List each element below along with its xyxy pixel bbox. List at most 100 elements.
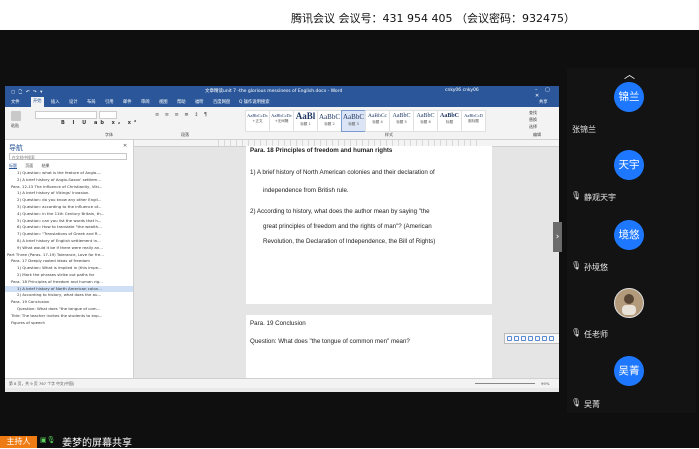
share-button[interactable]: 共享 [539,99,548,105]
style-heading-4[interactable]: AaBbCc 标题 4 [365,110,390,132]
nav-item[interactable]: Question: What does "the tongue of com..… [5,306,133,313]
style-heading-2[interactable]: AaBbC 标题 2 [317,110,342,132]
nav-item[interactable]: 2) Question: do you know any other Engli… [5,197,133,204]
nav-item[interactable]: Para. 12-15 The influence of Christianit… [5,184,133,191]
nav-item[interactable]: 9) What would it be if there were really… [5,245,133,252]
document-page[interactable]: Para. 19 Conclusion Question: What does … [246,315,492,378]
close-icon[interactable]: ✕ [123,143,127,149]
meeting-info: 腾讯会议 会议号：431 954 405 （会议密码：932475） [291,12,575,25]
style-subtitle[interactable]: AaBbCcD 副标题 [461,110,486,132]
ribbon-home: 粘贴 B I U ab x₂ x² 字体 ≡ ≡ ≡ ≣ ↕ ¶ 段落 AaBb… [5,107,559,140]
nav-item[interactable]: 4) Question: in the 11th Century Britain… [5,211,133,218]
host-badge: 主持人 [0,436,37,448]
word-titlebar: ▢ 🗋 ↶ ↷ ▾ 文章精读unit 7 -the glorious messi… [5,86,559,99]
word-user[interactable]: cnky06 cnky06 [445,88,479,93]
nav-item[interactable]: Para. 17 Deeply rooted ideas of freedom [5,258,133,265]
para-heading: Para. 19 Conclusion [250,320,306,327]
nav-item[interactable]: 6) Question: How to translate "the wealt… [5,224,133,231]
status-text: 第 8 页，共 9 页 767 个字 中文(中国) [9,381,75,386]
shared-screen: ▢ 🗋 ↶ ↷ ▾ 文章精读unit 7 -the glorious messi… [5,86,559,392]
nav-item[interactable]: Title: The teacher invites the students … [5,313,133,320]
floating-toolbar[interactable] [504,333,559,344]
nav-item[interactable]: 5) Question: can you list the words that… [5,218,133,225]
font-group-label: 字体 [105,132,113,137]
style-normal[interactable]: AaBbCcDc +正文 [245,110,270,132]
tab-help[interactable]: 帮助 [177,99,186,105]
participant-name: 张锦兰 [572,125,596,134]
paragraph-icons[interactable]: ≡ ≡ ≡ ≣ ↕ ¶ [155,112,209,118]
zoom-level[interactable]: 99% [541,381,549,386]
participant-avatar[interactable]: 天宇 [614,150,644,180]
participant-avatar[interactable]: 锦兰 [614,82,644,112]
list-item-2-line-1: 2) According to history, what does the a… [250,208,430,215]
nav-item[interactable]: 3) Question: according to the influence … [5,204,133,211]
style-no-spacing[interactable]: AaBbCcDc +无间隔 [269,110,294,132]
nav-item[interactable]: 8) A brief history of English settlement… [5,238,133,245]
nav-item[interactable]: 1) Question: What is implied in (this im… [5,265,133,272]
toolbar-icon[interactable] [514,335,519,341]
tab-design[interactable]: 设计 [69,99,78,105]
tab-references[interactable]: 引用 [105,99,114,105]
list-item-2-line-3: Revolution, the Declaration of Independe… [263,238,436,245]
font-size-select[interactable] [99,111,117,119]
tab-insert[interactable]: 插入 [51,99,60,105]
toolbar-icon[interactable] [542,335,547,341]
participant-avatar[interactable]: 吴菁 [614,356,644,386]
paste-icon[interactable] [11,111,21,121]
replace-button[interactable]: 替换 [529,117,537,123]
word-title: 文章精读unit 7 -the glorious messiness of En… [205,89,343,94]
style-title[interactable]: AaBbC 标题 [437,110,462,132]
zoom-slider[interactable] [475,383,535,384]
nav-item[interactable]: 7) Question: "Translations of Greek and … [5,231,133,238]
nav-tab-headings[interactable]: 标题 [9,163,17,169]
document-page[interactable]: Para. 18 Principles of freedom and human… [246,146,492,304]
nav-item[interactable]: 2) A brief history of Anglo-Saxon' settl… [5,177,133,184]
toolbar-icon[interactable] [528,335,533,341]
mic-muted-icon: 🎙 [571,398,582,407]
tab-home[interactable]: 开始 [31,97,44,107]
tab-mailings[interactable]: 邮件 [123,99,132,105]
style-heading-1[interactable]: AaBl 标题 1 [293,110,318,132]
chevron-up-icon[interactable]: ︿ [624,66,635,82]
toolbar-icon[interactable] [535,335,540,341]
tab-review[interactable]: 审阅 [141,99,150,105]
meeting-header: 腾讯会议 会议号：431 954 405 （会议密码：932475） [0,0,699,30]
nav-search-input[interactable]: 在文档中搜索 [9,153,127,160]
tab-baidu-netdisk[interactable]: 百度网盘 [213,99,230,105]
nav-tab-results[interactable]: 结果 [42,163,50,168]
nav-item[interactable]: Para. 18 Principles of freedom and human… [5,279,133,286]
para-heading: Para. 18 Principles of freedom and human… [250,147,393,154]
list-item-1-line-1: 1) A brief history of North American col… [250,169,435,176]
nav-item-selected[interactable]: 1) A brief history of North American col… [5,285,133,293]
nav-item[interactable]: Figures of speech [5,320,133,327]
nav-item[interactable]: 2) According to history, what does the a… [5,292,133,299]
paragraph-group-label: 段落 [181,132,189,137]
tab-view[interactable]: 视图 [159,99,168,105]
quick-access-toolbar[interactable]: ▢ 🗋 ↶ ↷ ▾ [11,88,43,96]
find-button[interactable]: 查找 [529,110,537,116]
nav-item[interactable]: 1) Question: what is the feature of Angl… [5,170,133,177]
tab-tell-me[interactable]: Q 操作说明搜索 [239,99,270,105]
participant-name: 孙境悠 [584,263,608,272]
select-button[interactable]: 选择 [529,124,537,130]
style-heading-5[interactable]: AaBbC 标题 5 [389,110,414,132]
tab-foxit[interactable]: 福昕 [195,99,204,105]
nav-tab-pages[interactable]: 页面 [25,163,33,168]
editing-group-label: 编辑 [533,132,541,137]
participant-photo-avatar[interactable] [614,288,644,318]
nav-item[interactable]: Part Three (Paras. 17-19) Tolerance, Lov… [5,252,133,259]
toolbar-icon[interactable] [549,335,554,341]
nav-item[interactable]: 2) Mark the phrases strike out paths for [5,272,133,279]
font-name-select[interactable] [35,111,97,119]
nav-item[interactable]: Para. 19 Conclusion [5,299,133,306]
toolbar-icon[interactable] [507,335,512,341]
font-format-icons[interactable]: B I U ab x₂ x² [61,120,139,126]
nav-item[interactable]: 1) A brief history of Vikings' Invasion. [5,190,133,197]
style-heading-6[interactable]: AaBbC 标题 6 [413,110,438,132]
participant-avatar[interactable]: 境悠 [614,220,644,250]
toolbar-icon[interactable] [521,335,526,341]
tab-layout[interactable]: 布局 [87,99,96,105]
tab-file[interactable]: 文件 [11,99,20,105]
page-next-arrow-icon[interactable]: › [553,222,562,252]
style-heading-3[interactable]: AaBbC 标题 3 [341,110,366,132]
